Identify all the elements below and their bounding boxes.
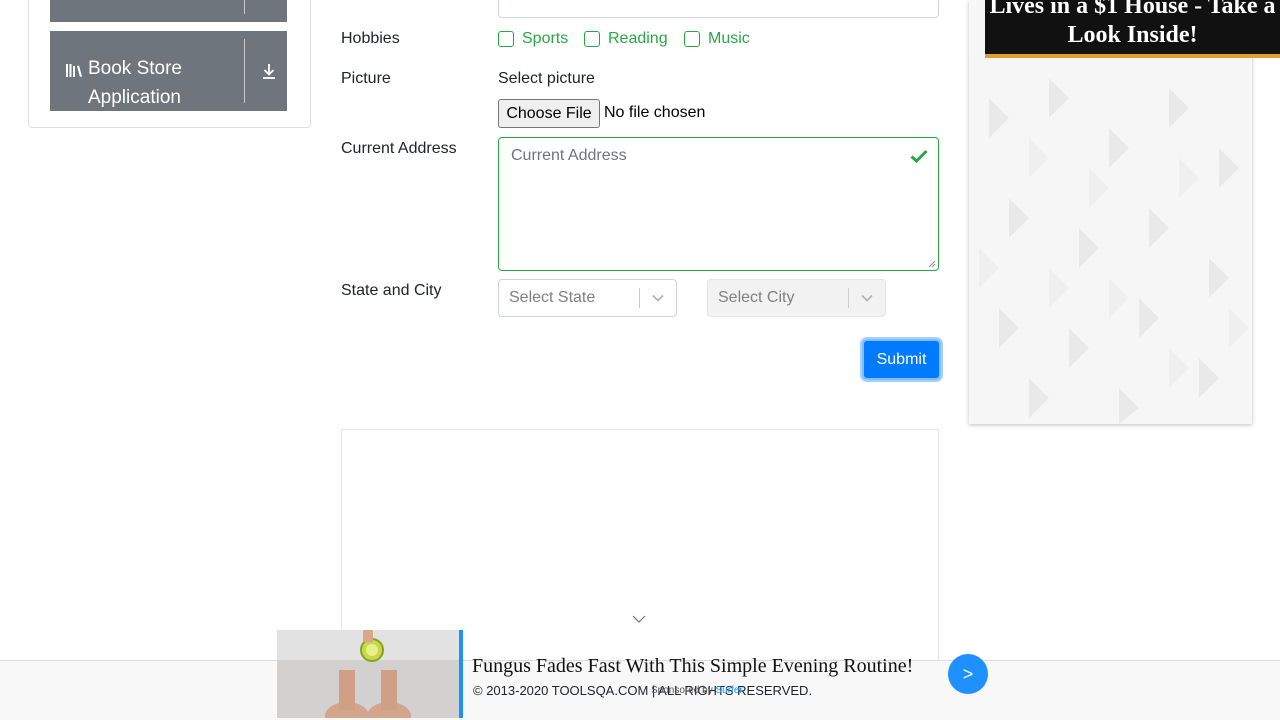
hobby-reading[interactable]: Reading xyxy=(584,30,668,48)
page: Book Store Application Hobbies Sports Re… xyxy=(0,0,1280,720)
sidebar-group-header-previous[interactable] xyxy=(50,0,287,22)
hobbies-label: Hobbies xyxy=(341,30,400,47)
bottom-ad-go-button[interactable]: > xyxy=(948,654,988,694)
ad-background-pattern xyxy=(969,58,1252,424)
sidebar-group-title-line2: Application xyxy=(88,87,181,108)
checkbox[interactable] xyxy=(498,31,514,47)
choose-file-button[interactable]: Choose File xyxy=(498,99,600,128)
checkbox[interactable] xyxy=(684,31,700,47)
current-address-label: Current Address xyxy=(341,140,457,157)
checkbox-label[interactable]: Reading xyxy=(608,30,668,48)
checkbox[interactable] xyxy=(584,31,600,47)
footer-copyright: © 2013-2020 TOOLSQA.COM | ALL RIGHTS RES… xyxy=(473,683,813,698)
subjects-input[interactable] xyxy=(498,0,939,18)
checkmark-icon xyxy=(910,149,928,163)
state-city-label: State and City xyxy=(341,282,442,299)
right-ad-headline[interactable]: Lives in a $1 House - Take a Look Inside… xyxy=(985,0,1280,58)
current-address-textarea[interactable]: Current Address xyxy=(498,137,939,271)
submit-button[interactable]: Submit xyxy=(862,339,941,380)
state-select-value: Select State xyxy=(509,289,596,306)
textarea-placeholder: Current Address xyxy=(511,147,627,164)
bottom-ad-image[interactable] xyxy=(277,630,459,718)
ad-image-illustration xyxy=(277,630,459,718)
select-separator xyxy=(848,288,849,308)
city-select[interactable]: Select City xyxy=(707,279,886,317)
download-icon[interactable] xyxy=(261,62,277,80)
picture-label: Picture xyxy=(341,70,391,87)
bottom-ad-sponsored[interactable]: Sponsored by Surfer xyxy=(651,685,743,696)
sidebar-group-book-store[interactable]: Book Store Application xyxy=(50,31,287,111)
hobby-sports[interactable]: Sports xyxy=(498,30,568,48)
file-status: No file chosen xyxy=(604,104,706,121)
checkbox-label[interactable]: Music xyxy=(708,30,750,48)
sidebar-group-title: Book Store Application xyxy=(88,54,238,112)
books-icon xyxy=(66,64,82,77)
state-select[interactable]: Select State xyxy=(498,279,677,317)
sponsor-brand[interactable]: Surfer xyxy=(716,685,743,696)
checkbox-label[interactable]: Sports xyxy=(522,30,568,48)
sidebar-group-title-line1: Book Store xyxy=(88,58,182,79)
sponsored-label: Sponsored by xyxy=(651,685,713,696)
divider xyxy=(244,39,245,103)
picture-hint: Select picture xyxy=(498,70,595,87)
chevron-down-icon[interactable] xyxy=(652,293,664,303)
divider xyxy=(244,0,245,14)
resize-grip-icon[interactable] xyxy=(928,260,936,268)
bottom-ad-accent-bar xyxy=(459,630,463,718)
chevron-down-icon[interactable] xyxy=(861,293,873,303)
city-select-value: Select City xyxy=(718,289,795,306)
right-ad-panel[interactable] xyxy=(969,0,1252,424)
bottom-ad-title[interactable]: Fungus Fades Fast With This Simple Eveni… xyxy=(472,655,913,678)
chevron-down-icon[interactable] xyxy=(632,614,646,624)
hobby-music[interactable]: Music xyxy=(684,30,750,48)
select-separator xyxy=(639,288,640,308)
